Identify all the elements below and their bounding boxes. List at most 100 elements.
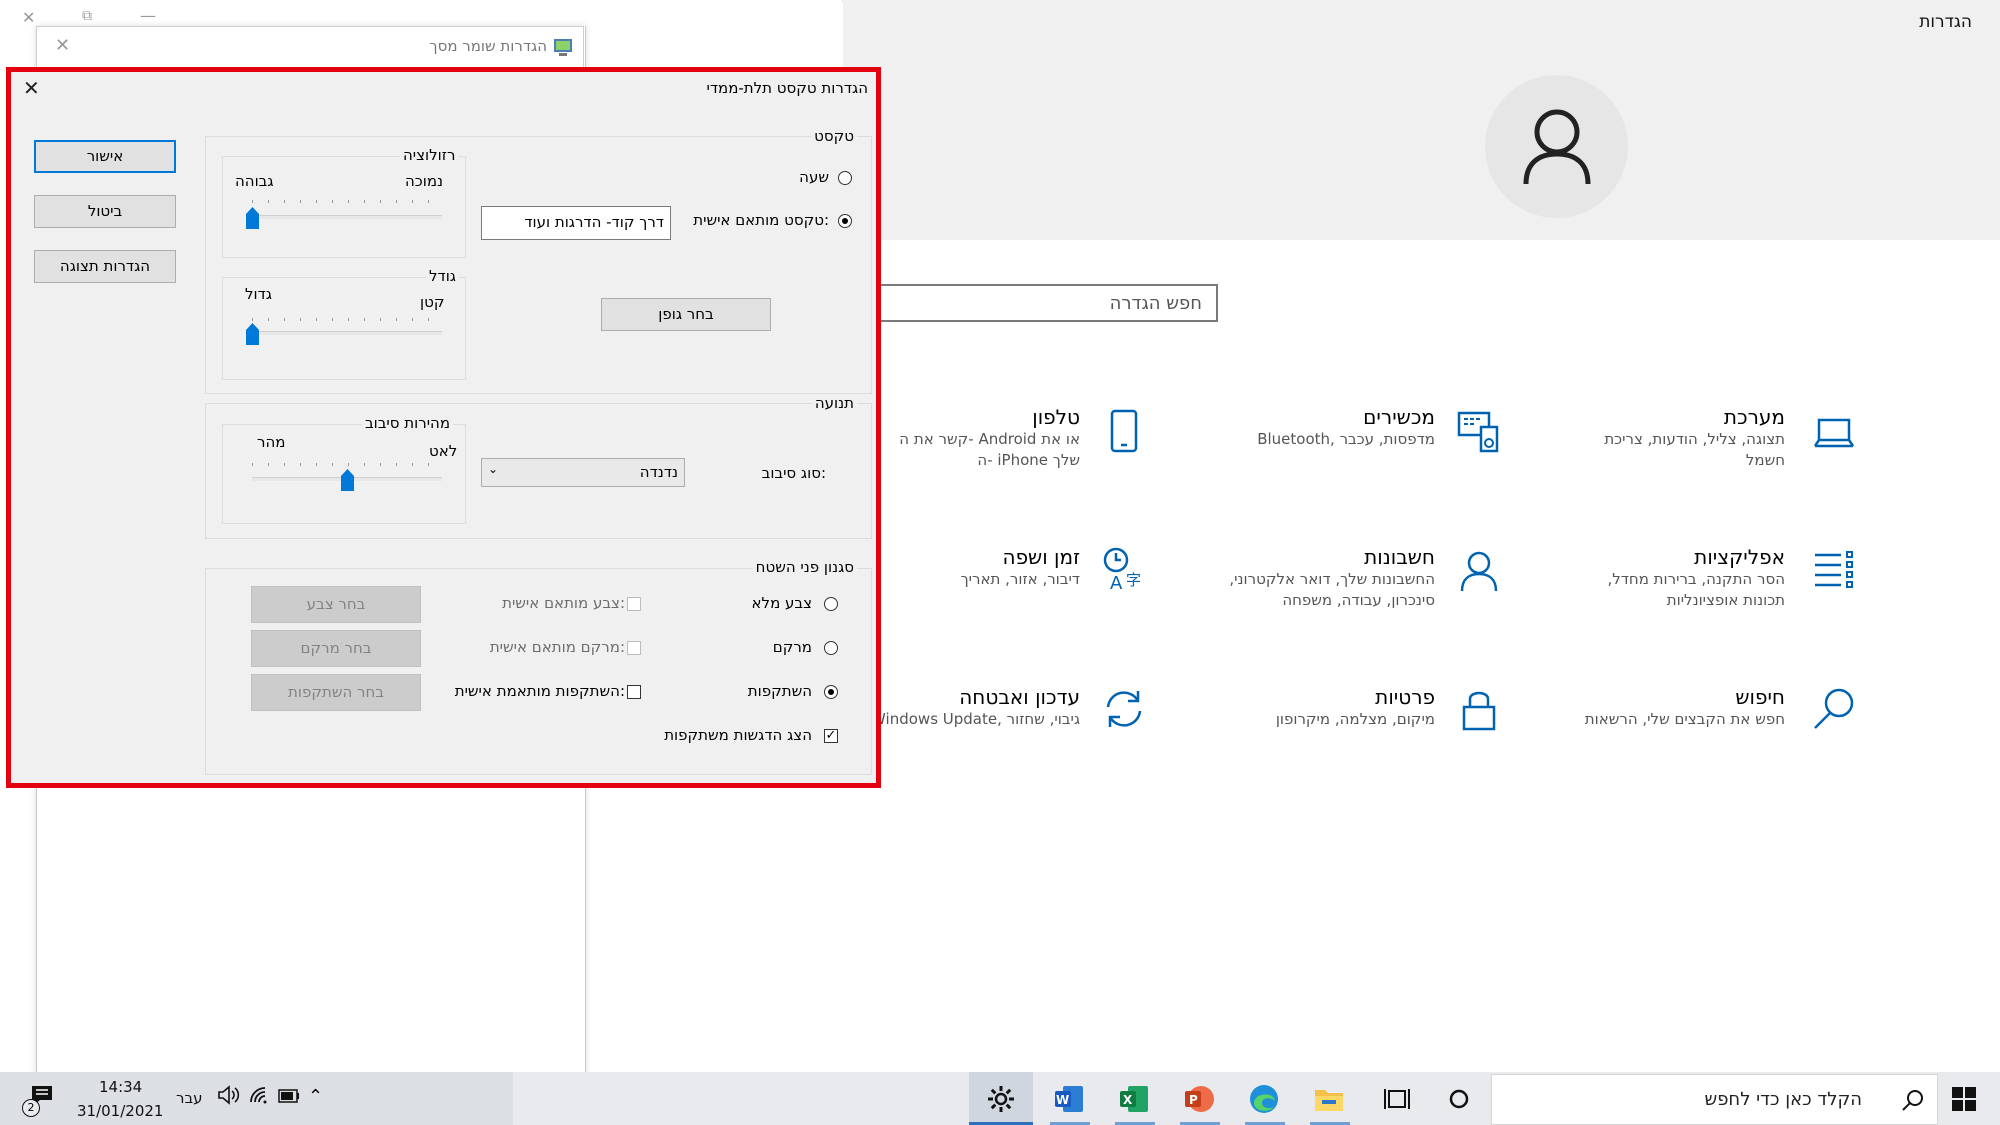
show-highlights-label: הצג הדגשות משתקפות: [664, 726, 812, 744]
tile-devices-desc: Bluetooth, מדפסות, עכבר: [1257, 430, 1435, 448]
tile-phone[interactable]: טלפון קשר את ה- Android או את ה- iPhone …: [880, 405, 1138, 471]
tile-apps-title: אפליקציות: [1694, 545, 1785, 569]
tile-search[interactable]: חיפוש חפש את הקבצים שלי, הרשאות: [1555, 685, 1854, 730]
show-highlights-checkbox[interactable]: ✓: [824, 729, 838, 743]
custom-color-checkbox[interactable]: [627, 597, 641, 611]
dialog-title: הגדרות טקסט תלת-ממדי: [706, 79, 868, 97]
display-settings-button[interactable]: הגדרות תצוגה: [34, 250, 176, 283]
custom-color-label: צבע מותאם אישית:: [502, 594, 625, 612]
svg-text:W: W: [1056, 1093, 1069, 1107]
solid-color-radio[interactable]: [824, 597, 838, 611]
settings-header-band: [843, 0, 2000, 240]
resolution-ticks: [252, 200, 442, 203]
tile-phone-title: טלפון: [1032, 405, 1080, 429]
cancel-button[interactable]: ביטול: [34, 195, 176, 228]
tile-search-desc: חפש את הקבצים שלי, הרשאות: [1584, 710, 1785, 728]
taskbar-search-box[interactable]: הקלד כאן כדי לחפש: [1491, 1074, 1938, 1125]
motion-group-label: תנועה: [811, 394, 857, 412]
text-group-label: טקסט: [811, 127, 857, 145]
tile-devices[interactable]: מכשירים Bluetooth, מדפסות, עכבר: [1245, 405, 1499, 453]
windows-start-icon[interactable]: [1940, 1075, 1988, 1123]
clock-time[interactable]: 14:34: [99, 1078, 142, 1096]
resolution-track: [252, 215, 442, 219]
keyboard-icon: [1455, 407, 1503, 455]
choose-reflection-button[interactable]: בחר השתקפות: [251, 674, 421, 711]
choose-texture-button[interactable]: בחר מרקם: [251, 630, 421, 667]
choose-color-button[interactable]: בחר צבע: [251, 586, 421, 623]
search-icon: [1902, 1090, 1923, 1111]
resolution-high-label: גבוהה: [235, 172, 274, 190]
svg-text:字: 字: [1126, 571, 1141, 589]
size-large-label: גדול: [245, 285, 272, 303]
texture-label: מרקם: [772, 638, 812, 656]
close-icon[interactable]: ✕: [23, 76, 40, 100]
input-language-indicator[interactable]: עבר: [176, 1089, 203, 1107]
time-radio[interactable]: [838, 171, 852, 185]
tile-system-desc: תצוגה, צליל, הודעות, צריכת חשמל: [1604, 430, 1785, 469]
clock-date[interactable]: 31/01/2021: [77, 1102, 163, 1120]
size-track: [252, 331, 442, 335]
reflection-radio[interactable]: [824, 685, 838, 699]
tile-phone-desc: קשר את ה- Android או את ה- iPhone שלך: [899, 430, 1080, 469]
tile-time-language[interactable]: A字 זמן ושפה דיבור, אזור, תאריך: [890, 545, 1141, 591]
close-icon[interactable]: ✕: [22, 8, 35, 27]
tile-apps[interactable]: אפליקציות הסר התקנה, ברירות מחדל, תכונות…: [1595, 545, 1853, 611]
powerpoint-icon[interactable]: P: [1175, 1075, 1223, 1123]
custom-reflection-label: השתקפות מותאמת אישית:: [454, 682, 625, 700]
taskbar-search-placeholder: הקלד כאן כדי לחפש: [1704, 1089, 1862, 1110]
user-avatar[interactable]: [1485, 75, 1628, 218]
task-view-icon[interactable]: [1373, 1075, 1421, 1123]
resolution-label: רזולוציה: [400, 146, 459, 164]
person-icon: [1455, 547, 1503, 595]
time-language-icon: A字: [1100, 545, 1148, 593]
size-small-label: קטן: [420, 293, 445, 311]
custom-text-radio[interactable]: [838, 214, 852, 228]
custom-texture-checkbox[interactable]: [627, 641, 641, 655]
ok-button[interactable]: אישור: [34, 140, 176, 173]
restore-icon[interactable]: ⧉: [82, 8, 92, 24]
custom-text-input[interactable]: דרך קוד- הדרגות ועוד: [481, 206, 671, 240]
cortana-icon[interactable]: [1435, 1075, 1483, 1123]
excel-icon[interactable]: X: [1110, 1075, 1158, 1123]
tile-accounts[interactable]: חשבונות החשבונות שלך, דואר אלקטרוני, סינ…: [1215, 545, 1498, 611]
svg-text:P: P: [1189, 1093, 1198, 1107]
laptop-icon: [1810, 409, 1858, 457]
tile-privacy-title: פרטיות: [1375, 685, 1435, 709]
screensaver-window-titlebar: הגדרות שומר מסך ✕: [36, 26, 584, 68]
file-explorer-icon[interactable]: [1305, 1075, 1353, 1123]
close-icon[interactable]: ✕: [55, 35, 70, 56]
screensaver-app-icon: [554, 39, 572, 56]
spin-type-select[interactable]: נדנדה ⌄: [481, 458, 685, 487]
surface-style-label: סגנון פני השטח: [752, 558, 857, 576]
spin-speed-fast-label: מהר: [257, 433, 286, 451]
settings-gear-icon[interactable]: [977, 1075, 1025, 1123]
custom-reflection-checkbox[interactable]: [627, 685, 641, 699]
spin-speed-slow-label: לאט: [429, 442, 458, 460]
notification-count-badge: 2: [22, 1099, 40, 1117]
minimize-icon[interactable]: —: [140, 6, 156, 25]
settings-search-input[interactable]: חפש הגדרה: [870, 284, 1218, 322]
size-label: גודל: [426, 267, 459, 285]
settings-window-title: הגדרות: [1919, 12, 1972, 32]
3d-text-settings-dialog: הגדרות טקסט תלת-ממדי ✕ אישור ביטול הגדרו…: [6, 67, 881, 788]
tile-system[interactable]: מערכת תצוגה, צליל, הודעות, צריכת חשמל: [1595, 405, 1854, 471]
tile-privacy[interactable]: פרטיות מיקום, מצלמה, מיקרופון: [1245, 685, 1496, 731]
tile-search-title: חיפוש: [1735, 685, 1785, 709]
show-hidden-icons-chevron-up-icon[interactable]: ⌃: [308, 1086, 323, 1107]
tile-privacy-desc: מיקום, מצלמה, מיקרופון: [1275, 710, 1435, 728]
battery-icon[interactable]: [278, 1088, 300, 1107]
svg-text:A: A: [1110, 573, 1123, 591]
settings-search-placeholder: חפש הגדרה: [1109, 293, 1202, 314]
texture-radio[interactable]: [824, 641, 838, 655]
edge-browser-icon[interactable]: [1240, 1075, 1288, 1123]
volume-icon[interactable]: [217, 1085, 241, 1109]
tile-devices-title: מכשירים: [1363, 405, 1435, 429]
word-icon[interactable]: W: [1045, 1075, 1093, 1123]
sync-icon: [1100, 685, 1148, 733]
person-avatar-icon: [1523, 109, 1590, 184]
spin-speed-ticks: [252, 463, 442, 466]
tile-update-security[interactable]: עדכון ואבטחה Windows Update, גיבוי, שחזו…: [870, 685, 1142, 730]
choose-font-button[interactable]: בחר גופן: [601, 298, 771, 331]
wifi-icon[interactable]: [249, 1086, 271, 1108]
reflection-label: השתקפות: [747, 682, 812, 700]
